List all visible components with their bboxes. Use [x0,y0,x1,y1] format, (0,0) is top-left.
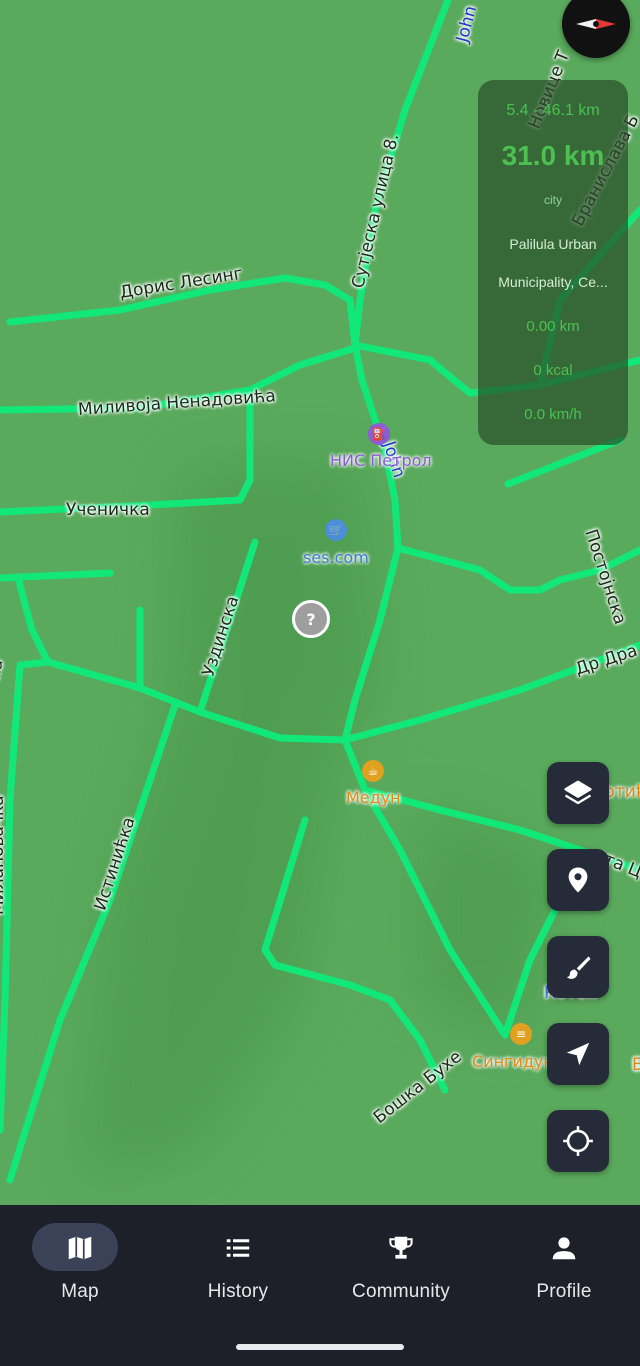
distance-value: 31.0 km [501,140,605,171]
place-type: city [544,193,562,207]
my-location-button[interactable] [547,1110,609,1172]
trophy-icon [321,1233,481,1263]
draw-button[interactable] [547,936,609,998]
nav-label-history: History [207,1281,269,1302]
person-icon [484,1233,640,1263]
place-name-line1: Palilula Urban [509,236,597,252]
street-label-right-edge-1: ртић [604,782,640,802]
cafe-icon[interactable]: ☕ [362,760,384,782]
bottom-navigation: Map History Community Profile [0,1205,640,1366]
poi-label-singidun[interactable]: Сингидун [472,1052,554,1071]
nav-tab-map[interactable]: Map [0,1205,160,1325]
place-name-line2: Municipality, Ce... [498,274,608,290]
nav-tab-community[interactable]: Community [321,1205,481,1325]
brush-icon [566,956,591,979]
restaurant-icon[interactable]: ≡ [510,1023,532,1045]
speed: 0.0 km/h [524,406,582,423]
walked-distance: 0.00 km [526,318,580,335]
street-label-milanovacka: Милановачка [0,795,8,915]
shop-basket-icon[interactable]: 🛒 [325,519,347,541]
list-icon [158,1233,318,1263]
poi-label-nis-petrol[interactable]: НИС Петрол [330,451,432,470]
calories: 0 kcal [533,362,573,379]
map-icon [0,1233,160,1263]
add-pin-button[interactable] [547,849,609,911]
stats-panel: 5.4 - 46.1 km 31.0 km city Palilula Urba… [478,80,628,445]
poi-label-medun[interactable]: Медун [346,788,401,807]
poi-label-ses[interactable]: ses.com [303,548,369,567]
pin-icon [568,867,588,893]
nav-tab-profile[interactable]: Profile [484,1205,640,1325]
navigate-arrow-icon [566,1042,590,1066]
street-label-ucenicka: Ученичка [66,500,150,520]
street-label-right-edge-3: Б [632,1055,640,1075]
nav-label-community: Community [352,1281,450,1302]
nav-tab-history[interactable]: History [158,1205,318,1325]
layers-icon [564,780,592,805]
map-view[interactable]: Дорис Лесинг Миливоја Ненадовића Ученичк… [0,0,640,1205]
fuel-station-icon[interactable]: ⛽ [368,423,390,445]
compass-button[interactable] [562,0,630,58]
locate-crosshair-icon [563,1126,593,1156]
range-text: 5.4 - 46.1 km [506,102,600,119]
nav-label-map: Map [61,1281,99,1302]
navigate-button[interactable] [547,1023,609,1085]
home-indicator[interactable] [236,1344,404,1350]
layers-button[interactable] [547,762,609,824]
unknown-location-marker[interactable]: ? [292,600,330,638]
compass-needle-icon [576,19,616,29]
nav-label-profile: Profile [536,1281,592,1302]
